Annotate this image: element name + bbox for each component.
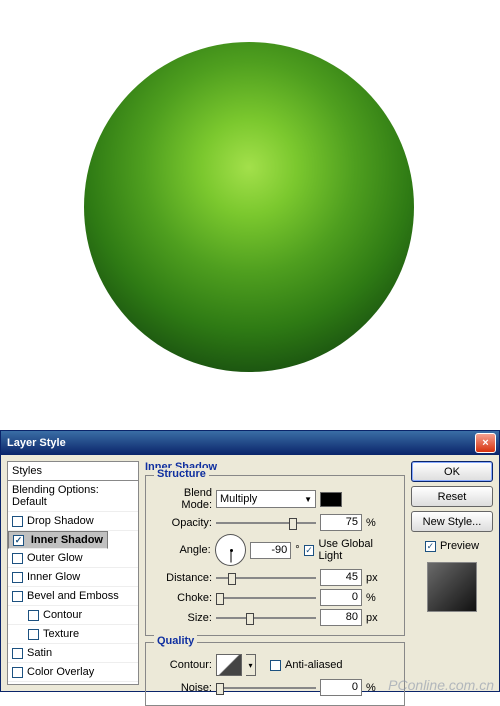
close-icon: × [482, 437, 488, 449]
checkbox[interactable] [12, 572, 23, 583]
effect-row[interactable]: ✓Inner Shadow [8, 531, 108, 549]
global-light-label: Use Global Light [318, 538, 398, 562]
chevron-down-icon: ▾ [248, 661, 252, 670]
quality-group: Quality Contour: ▾ Anti-aliased Noise: 0… [145, 642, 405, 706]
ok-button[interactable]: OK [411, 461, 493, 482]
contour-dropdown[interactable]: ▾ [246, 654, 256, 676]
contour-picker[interactable] [216, 654, 242, 676]
checkbox[interactable] [28, 629, 39, 640]
effect-row[interactable]: Bevel and Emboss [8, 587, 138, 606]
choke-label: Choke: [152, 592, 212, 604]
layer-style-dialog: Layer Style × Styles Blending Options: D… [0, 430, 500, 692]
checkbox[interactable] [12, 591, 23, 602]
canvas-area [0, 0, 500, 420]
opacity-input[interactable]: 75 [320, 514, 362, 531]
size-input[interactable]: 80 [320, 609, 362, 626]
effect-row[interactable]: Inner Glow [8, 568, 138, 587]
effect-row[interactable]: Outer Glow [8, 549, 138, 568]
angle-input[interactable]: -90 [250, 542, 291, 559]
chevron-down-icon: ▼ [304, 495, 312, 504]
quality-legend: Quality [154, 635, 197, 647]
checkbox[interactable] [28, 610, 39, 621]
green-sphere [84, 42, 414, 372]
distance-input[interactable]: 45 [320, 569, 362, 586]
antialiased-label: Anti-aliased [285, 659, 342, 671]
contour-label: Contour: [152, 659, 212, 671]
effects-list: Styles Blending Options: Default Drop Sh… [7, 461, 139, 685]
antialiased-checkbox[interactable] [270, 660, 281, 671]
choke-slider[interactable] [216, 591, 316, 605]
angle-label: Angle: [152, 544, 211, 556]
structure-group: Structure Blend Mode: Multiply▼ Opacity:… [145, 475, 405, 636]
opacity-slider[interactable] [216, 516, 316, 530]
dialog-title: Layer Style [7, 437, 66, 449]
reset-button[interactable]: Reset [411, 486, 493, 507]
close-button[interactable]: × [475, 433, 496, 453]
preview-checkbox[interactable]: ✓ [425, 541, 436, 552]
blending-options-row[interactable]: Blending Options: Default [8, 481, 138, 512]
size-slider[interactable] [216, 611, 316, 625]
settings-panel: Inner Shadow Structure Blend Mode: Multi… [145, 461, 405, 685]
styles-header[interactable]: Styles [8, 462, 138, 481]
global-light-checkbox[interactable]: ✓ [304, 545, 315, 556]
effect-row[interactable]: Satin [8, 644, 138, 663]
checkbox[interactable]: ✓ [13, 535, 24, 546]
effect-row[interactable]: Drop Shadow [8, 512, 138, 531]
dialog-body: Styles Blending Options: Default Drop Sh… [1, 455, 499, 691]
opacity-label: Opacity: [152, 517, 212, 529]
effect-row[interactable]: Gradient Overlay [8, 682, 138, 685]
new-style-button[interactable]: New Style... [411, 511, 493, 532]
angle-dial[interactable] [215, 534, 246, 566]
distance-label: Distance: [152, 572, 212, 584]
effect-row[interactable]: Color Overlay [8, 663, 138, 682]
noise-label: Noise: [152, 682, 212, 694]
dialog-titlebar[interactable]: Layer Style × [1, 431, 499, 455]
dialog-buttons: OK Reset New Style... ✓ Preview [411, 461, 493, 685]
blendmode-select[interactable]: Multiply▼ [216, 490, 316, 508]
choke-input[interactable]: 0 [320, 589, 362, 606]
blendmode-label: Blend Mode: [152, 487, 212, 511]
checkbox[interactable] [12, 516, 23, 527]
checkbox[interactable] [12, 553, 23, 564]
shadow-color-swatch[interactable] [320, 492, 342, 507]
checkbox[interactable] [12, 648, 23, 659]
effect-row[interactable]: Texture [8, 625, 138, 644]
preview-label: Preview [440, 540, 479, 552]
checkbox[interactable] [12, 667, 23, 678]
effect-row[interactable]: Contour [8, 606, 138, 625]
size-label: Size: [152, 612, 212, 624]
noise-input[interactable]: 0 [320, 679, 362, 696]
noise-slider[interactable] [216, 681, 316, 695]
structure-legend: Structure [154, 468, 209, 480]
distance-slider[interactable] [216, 571, 316, 585]
preview-swatch [427, 562, 477, 612]
